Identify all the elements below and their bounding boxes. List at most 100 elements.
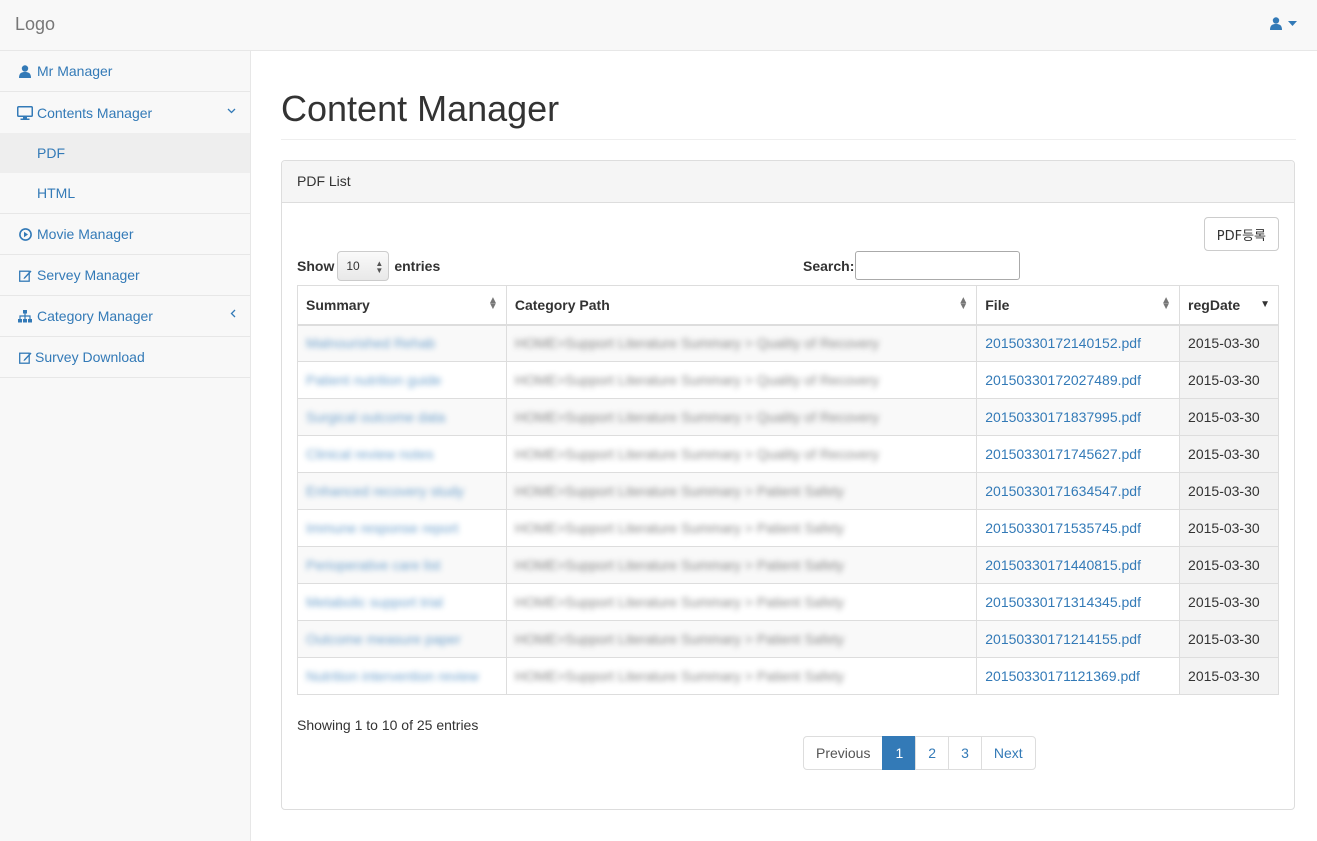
table-info: Showing 1 to 10 of 25 entries — [297, 717, 479, 733]
sidebar-item-mr-manager[interactable]: Mr Manager — [0, 51, 250, 92]
pagination-previous[interactable]: Previous — [803, 736, 884, 770]
logo[interactable]: Logo — [15, 14, 55, 35]
summary-cell: Patient nutrition guide — [297, 361, 507, 399]
user-menu[interactable] — [1270, 17, 1297, 30]
file-link[interactable]: 20150330171214155.pdf — [985, 631, 1141, 647]
summary-cell: Nutrition intervention review — [297, 657, 507, 695]
sidebar: Mr Manager Contents Manager PDF HTML Mov… — [0, 51, 251, 841]
user-icon — [1270, 17, 1282, 30]
sidebar-item-contents-manager[interactable]: Contents Manager — [0, 92, 250, 133]
sidebar-subitem-pdf[interactable]: PDF — [0, 133, 250, 173]
chevron-down-icon[interactable] — [227, 103, 236, 117]
category-path-cell: HOME>Support Literature Summary > Qualit… — [505, 324, 978, 362]
sort-desc-icon: ▼ — [1260, 299, 1270, 310]
title-divider — [281, 139, 1296, 140]
pagination-next[interactable]: Next — [980, 736, 1036, 770]
sidebar-item-label: Survey Download — [35, 349, 145, 365]
table-row: Enhanced recovery study HOME>Support Lite… — [297, 472, 1279, 510]
pdf-list-panel: PDF List PDF등록 Show 10 ▲ ▼ entries Search… — [281, 160, 1295, 810]
category-path-cell: HOME>Support Literature Summary > Patien… — [505, 546, 978, 584]
regdate-cell: 2015-03-30 — [1179, 657, 1279, 695]
summary-link[interactable]: Enhanced recovery study — [306, 483, 464, 499]
chevron-left-icon[interactable] — [230, 307, 236, 321]
column-header-file[interactable]: File ▲ ▼ — [976, 285, 1181, 326]
sidebar-item-label: Mr Manager — [37, 63, 113, 79]
category-path-text: HOME>Support Literature Summary > Patien… — [514, 557, 845, 573]
summary-cell: Immune response report — [297, 509, 507, 547]
category-path-text: HOME>Support Literature Summary > Qualit… — [514, 409, 880, 425]
category-path-text: HOME>Support Literature Summary > Patien… — [514, 631, 845, 647]
table-body: Malnourished Rehab HOME>Support Literatur… — [297, 324, 1279, 695]
file-link[interactable]: 20150330171440815.pdf — [985, 557, 1141, 573]
column-header-category-path[interactable]: Category Path ▲ ▼ — [505, 285, 978, 326]
regdate-cell: 2015-03-30 — [1179, 472, 1279, 510]
sidebar-subitem-html[interactable]: HTML — [0, 173, 250, 213]
summary-link[interactable]: Nutrition intervention review — [306, 668, 479, 684]
table-row: Nutrition intervention review HOME>Suppor… — [297, 657, 1279, 695]
caret-down-icon — [1288, 20, 1297, 26]
column-header-summary[interactable]: Summary ▲ ▼ — [297, 285, 507, 326]
file-cell: 20150330172140152.pdf — [976, 324, 1181, 362]
file-cell: 20150330171121369.pdf — [976, 657, 1181, 695]
summary-cell: Perioperative care list — [297, 546, 507, 584]
summary-link[interactable]: Surgical outcome data — [306, 409, 445, 425]
table-row: Metabolic support trial HOME>Support Lite… — [297, 583, 1279, 621]
regdate-cell: 2015-03-30 — [1179, 435, 1279, 473]
add-pdf-button[interactable]: PDF등록 — [1203, 217, 1279, 251]
summary-link[interactable]: Clinical review notes — [306, 446, 434, 462]
file-link[interactable]: 20150330172140152.pdf — [985, 335, 1141, 351]
edit-icon — [17, 349, 33, 365]
top-navbar: Logo — [0, 0, 1317, 51]
category-path-cell: HOME>Support Literature Summary > Patien… — [505, 472, 978, 510]
summary-link[interactable]: Malnourished Rehab — [306, 335, 435, 351]
sort-both-icon: ▲ ▼ — [1161, 295, 1172, 312]
sort-both-icon: ▲ ▼ — [958, 295, 969, 312]
category-path-cell: HOME>Support Literature Summary > Qualit… — [505, 361, 978, 399]
file-link[interactable]: 20150330171314345.pdf — [985, 594, 1141, 610]
category-path-cell: HOME>Support Literature Summary > Patien… — [505, 509, 978, 547]
table-row: Patient nutrition guide HOME>Support Lite… — [297, 361, 1279, 399]
summary-link[interactable]: Outcome measure paper — [306, 631, 461, 647]
summary-link[interactable]: Metabolic support trial — [306, 594, 443, 610]
category-path-text: HOME>Support Literature Summary > Qualit… — [514, 446, 880, 462]
summary-link[interactable]: Perioperative care list — [306, 557, 441, 573]
summary-cell: Clinical review notes — [297, 435, 507, 473]
regdate-cell: 2015-03-30 — [1179, 361, 1279, 399]
summary-link[interactable]: Patient nutrition guide — [306, 372, 441, 388]
category-path-cell: HOME>Support Literature Summary > Qualit… — [505, 398, 978, 436]
column-header-regdate[interactable]: regDate ▼ — [1179, 285, 1279, 326]
pagination-page-2[interactable]: 2 — [915, 736, 950, 770]
file-link[interactable]: 20150330171837995.pdf — [985, 409, 1141, 425]
file-cell: 20150330171440815.pdf — [976, 546, 1181, 584]
entries-label: entries — [394, 258, 441, 274]
entries-select[interactable]: 10 ▲ ▼ — [337, 251, 390, 281]
play-circle-icon — [17, 226, 33, 242]
sidebar-item-survey-download[interactable]: Survey Download — [0, 337, 250, 378]
category-path-cell: HOME>Support Literature Summary > Patien… — [505, 583, 978, 621]
pagination-page-1[interactable]: 1 — [882, 736, 917, 770]
show-label: Show — [297, 258, 335, 274]
file-cell: 20150330171535745.pdf — [976, 509, 1181, 547]
regdate-cell: 2015-03-30 — [1179, 398, 1279, 436]
table-row: Surgical outcome data HOME>Support Litera… — [297, 398, 1279, 436]
user-icon — [17, 63, 33, 79]
file-link[interactable]: 20150330171121369.pdf — [985, 668, 1140, 684]
summary-link[interactable]: Immune response report — [306, 520, 459, 536]
category-path-text: HOME>Support Literature Summary > Qualit… — [514, 372, 880, 388]
category-path-text: HOME>Support Literature Summary > Qualit… — [514, 335, 880, 352]
file-cell: 20150330171214155.pdf — [976, 620, 1181, 658]
sidebar-item-movie-manager[interactable]: Movie Manager — [0, 214, 250, 255]
summary-cell: Metabolic support trial — [297, 583, 507, 621]
sidebar-item-label: Servey Manager — [37, 267, 140, 283]
file-link[interactable]: 20150330172027489.pdf — [985, 372, 1141, 388]
pagination-page-3[interactable]: 3 — [948, 736, 982, 770]
summary-cell: Surgical outcome data — [297, 398, 507, 436]
file-link[interactable]: 20150330171745627.pdf — [985, 446, 1141, 462]
regdate-cell: 2015-03-30 — [1179, 546, 1279, 584]
search-input[interactable] — [855, 251, 1021, 280]
file-link[interactable]: 20150330171535745.pdf — [985, 520, 1141, 536]
file-link[interactable]: 20150330171634547.pdf — [985, 483, 1141, 499]
sidebar-item-servey-manager[interactable]: Servey Manager — [0, 255, 250, 296]
sidebar-item-category-manager[interactable]: Category Manager — [0, 296, 250, 337]
file-cell: 20150330171634547.pdf — [976, 472, 1181, 510]
